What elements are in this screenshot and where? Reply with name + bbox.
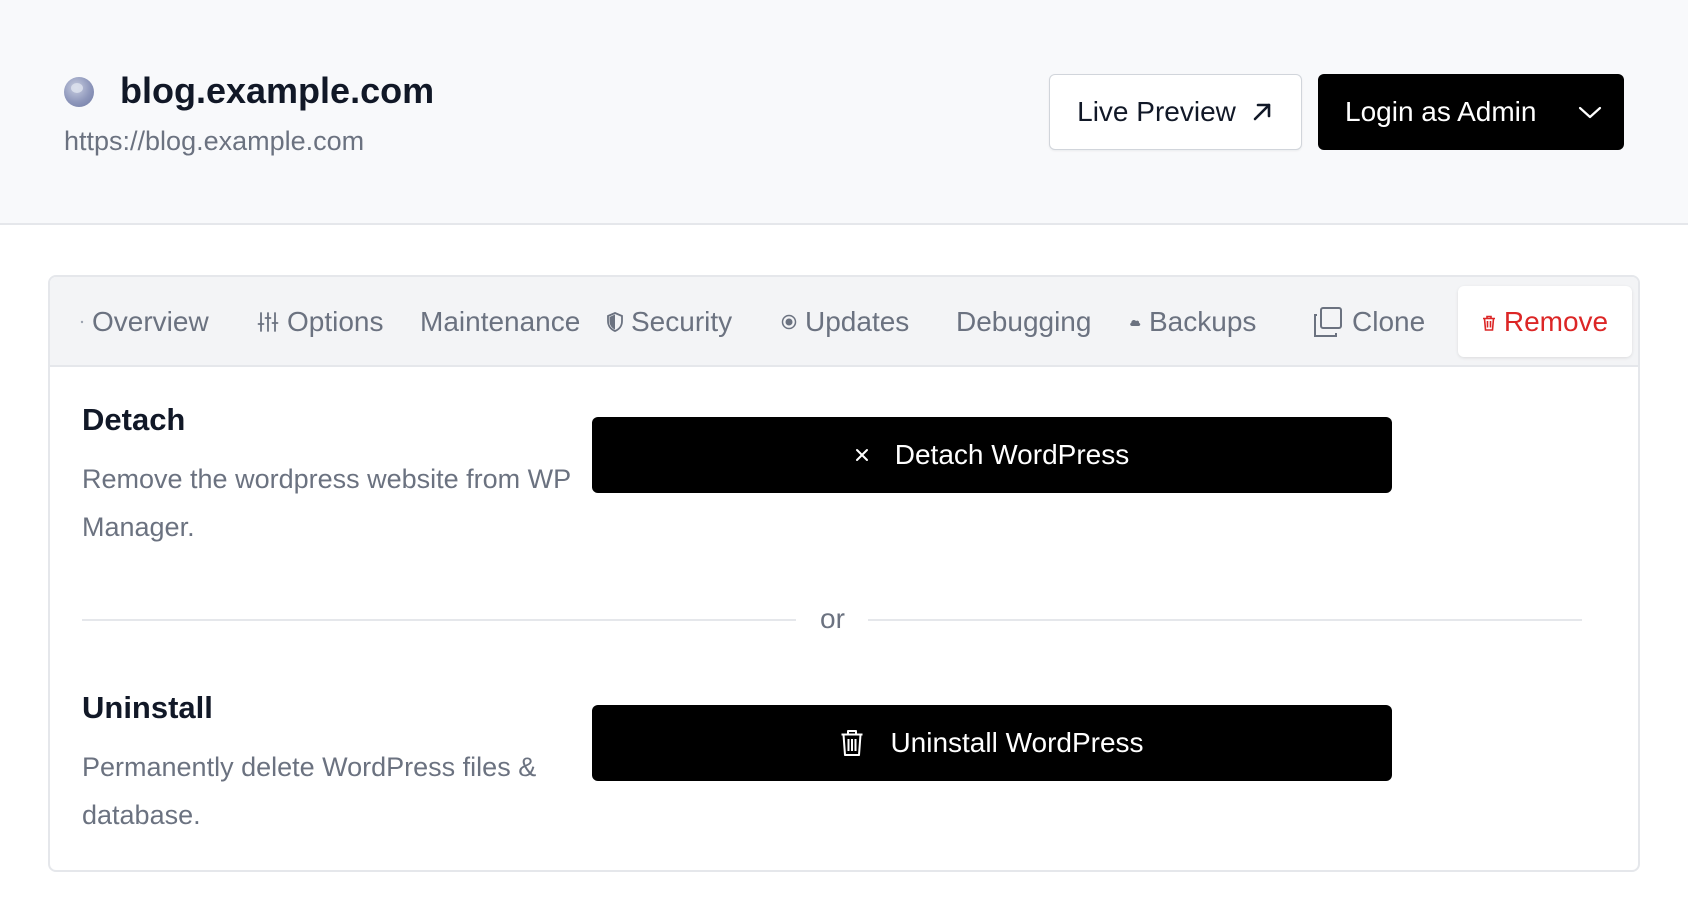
- tab-label: Clone: [1352, 306, 1426, 337]
- tab-maintenance[interactable]: Maintenance: [420, 277, 580, 367]
- tab-label: Debugging: [956, 306, 1092, 337]
- tab-backups[interactable]: Backups: [1129, 277, 1256, 367]
- uninstall-title: Uninstall: [82, 690, 213, 725]
- trash-icon: [1482, 306, 1496, 338]
- tab-debugging[interactable]: Debugging: [956, 277, 1091, 367]
- sliders-icon: [257, 311, 279, 333]
- uninstall-wordpress-button[interactable]: Uninstall WordPress: [592, 705, 1392, 781]
- shield-icon: [607, 312, 623, 332]
- tab-label: Remove: [1503, 305, 1609, 337]
- uninstall-description: Permanently delete WordPress files & dat…: [82, 752, 537, 830]
- site-url: https://blog.example.com: [64, 126, 365, 156]
- tab-remove[interactable]: Remove: [1458, 286, 1632, 357]
- divider: [82, 619, 796, 621]
- tab-clone[interactable]: Clone: [1312, 277, 1425, 367]
- tab-updates[interactable]: Updates: [781, 277, 909, 367]
- site-title: blog.example.com: [120, 70, 435, 111]
- tab-bar: Overview Options Maintenance Security Up…: [50, 277, 1638, 367]
- tab-label: Overview: [92, 306, 209, 337]
- live-preview-button[interactable]: Live Preview: [1049, 74, 1302, 150]
- remove-panel: Overview Options Maintenance Security Up…: [48, 275, 1640, 872]
- globe-icon: [64, 77, 94, 107]
- chevron-down-icon[interactable]: [1576, 98, 1604, 126]
- tab-options[interactable]: Options: [257, 277, 384, 367]
- tab-label: Updates: [805, 306, 910, 337]
- divider-text: or: [820, 603, 845, 634]
- uninstall-wordpress-label: Uninstall WordPress: [890, 727, 1144, 758]
- radio-icon: [781, 314, 797, 330]
- divider: [868, 619, 1582, 621]
- copy-icon: [1312, 306, 1344, 338]
- close-icon: [855, 449, 868, 461]
- dot-icon: [80, 320, 84, 324]
- site-header: blog.example.com https://blog.example.co…: [0, 0, 1688, 225]
- login-as-admin-button[interactable]: Login as Admin: [1318, 74, 1624, 150]
- tab-label: Security: [631, 306, 733, 337]
- detach-wordpress-label: Detach WordPress: [894, 439, 1130, 470]
- external-arrow-icon: [1253, 103, 1271, 121]
- tab-label: Backups: [1149, 306, 1257, 337]
- tab-overview[interactable]: Overview: [80, 277, 209, 367]
- detach-title: Detach: [82, 402, 186, 437]
- tab-security[interactable]: Security: [607, 277, 732, 367]
- detach-description: Remove the wordpress website from WP Man…: [82, 464, 571, 542]
- tab-label: Maintenance: [420, 306, 581, 337]
- detach-wordpress-button[interactable]: Detach WordPress: [592, 417, 1392, 493]
- login-as-admin-label: Login as Admin: [1345, 96, 1537, 127]
- cloud-icon: [1129, 317, 1141, 327]
- tab-label: Options: [287, 306, 384, 337]
- trash-icon: [841, 730, 863, 756]
- live-preview-label: Live Preview: [1077, 96, 1236, 127]
